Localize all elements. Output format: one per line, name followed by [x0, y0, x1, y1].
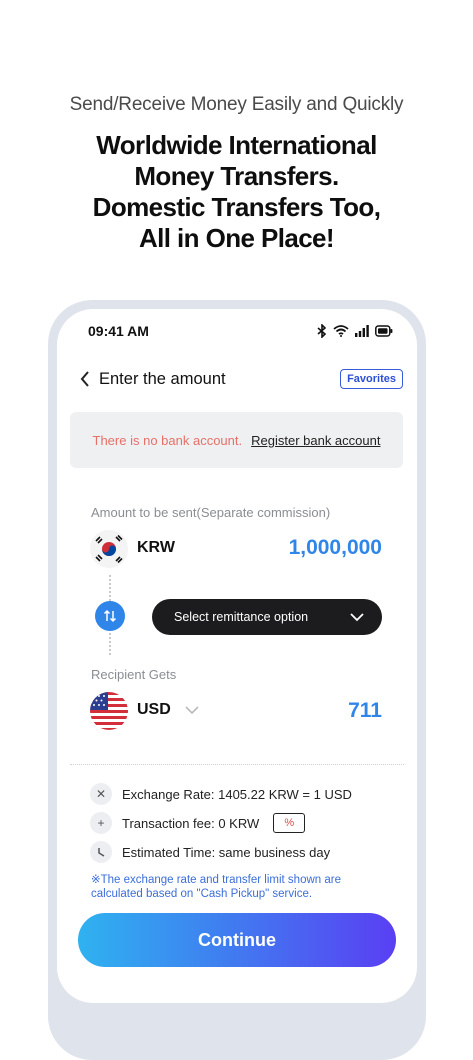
recipient-gets-label: Recipient Gets	[91, 667, 177, 682]
register-bank-link[interactable]: Register bank account	[251, 433, 380, 448]
divider	[70, 764, 404, 765]
swap-arrows-icon	[103, 609, 117, 623]
headline-line: Domestic Transfers Too,	[92, 192, 381, 222]
chevron-left-icon	[80, 371, 89, 387]
connector-dots	[109, 633, 111, 655]
bank-notice: There is no bank account. Register bank …	[70, 412, 403, 468]
fee-coupon-icon[interactable]: %	[273, 813, 306, 833]
transaction-fee-row: + Transaction fee: 0 KRW %	[90, 812, 306, 834]
plus-icon: +	[90, 812, 112, 834]
send-currency[interactable]: KRW	[137, 539, 175, 557]
multiply-icon: ✕	[90, 783, 112, 805]
remittance-option-select[interactable]: Select remittance option	[152, 599, 382, 635]
remittance-option-label: Select remittance option	[174, 610, 309, 624]
receive-currency[interactable]: USD	[137, 701, 171, 719]
bluetooth-icon	[317, 324, 327, 338]
nav-bar: Enter the amount Favorites	[75, 367, 403, 391]
chevron-down-icon	[350, 612, 364, 621]
exchange-rate-text: Exchange Rate: 1405.22 KRW = 1 USD	[122, 786, 352, 802]
favorites-button[interactable]: Favorites	[340, 369, 403, 389]
exchange-rate-row: ✕ Exchange Rate: 1405.22 KRW = 1 USD	[90, 783, 352, 805]
wifi-icon	[333, 325, 349, 337]
phone-screen: 09:41 AM Enter the amount Favorites Ther…	[57, 309, 417, 1003]
signal-icon	[355, 325, 369, 337]
korea-flag-icon	[90, 530, 128, 568]
transaction-fee-text: Transaction fee: 0 KRW	[122, 815, 260, 831]
headline-line: Worldwide International	[96, 130, 377, 160]
battery-icon	[375, 325, 393, 337]
no-bank-warning: There is no bank account.	[92, 432, 243, 448]
clock-icon	[90, 841, 112, 863]
continue-button[interactable]: Continue	[78, 913, 396, 967]
promo-headline: Worldwide International Money Transfers.…	[0, 130, 473, 254]
receive-amount: 711	[348, 699, 382, 722]
usa-flag-icon	[90, 692, 128, 730]
back-button[interactable]	[75, 369, 95, 389]
send-amount[interactable]: 1,000,000	[289, 536, 382, 560]
send-amount-label: Amount to be sent(Separate commission)	[91, 505, 331, 520]
promo-tagline: Send/Receive Money Easily and Quickly	[69, 94, 404, 115]
status-time: 09:41 AM	[88, 323, 149, 339]
headline-line: Money Transfers.	[134, 161, 339, 191]
status-icons	[317, 324, 393, 338]
estimated-time-row: Estimated Time: same business day	[90, 841, 330, 863]
headline-line: All in One Place!	[139, 223, 335, 253]
exchange-note: ※The exchange rate and transfer limit sh…	[91, 874, 341, 900]
currency-chevron-down-icon[interactable]	[185, 706, 199, 715]
page-title: Enter the amount	[99, 369, 226, 388]
connector-dots	[109, 575, 111, 601]
estimated-time-text: Estimated Time: same business day	[122, 844, 331, 860]
swap-button[interactable]	[95, 601, 125, 631]
status-bar: 09:41 AM	[88, 321, 393, 341]
